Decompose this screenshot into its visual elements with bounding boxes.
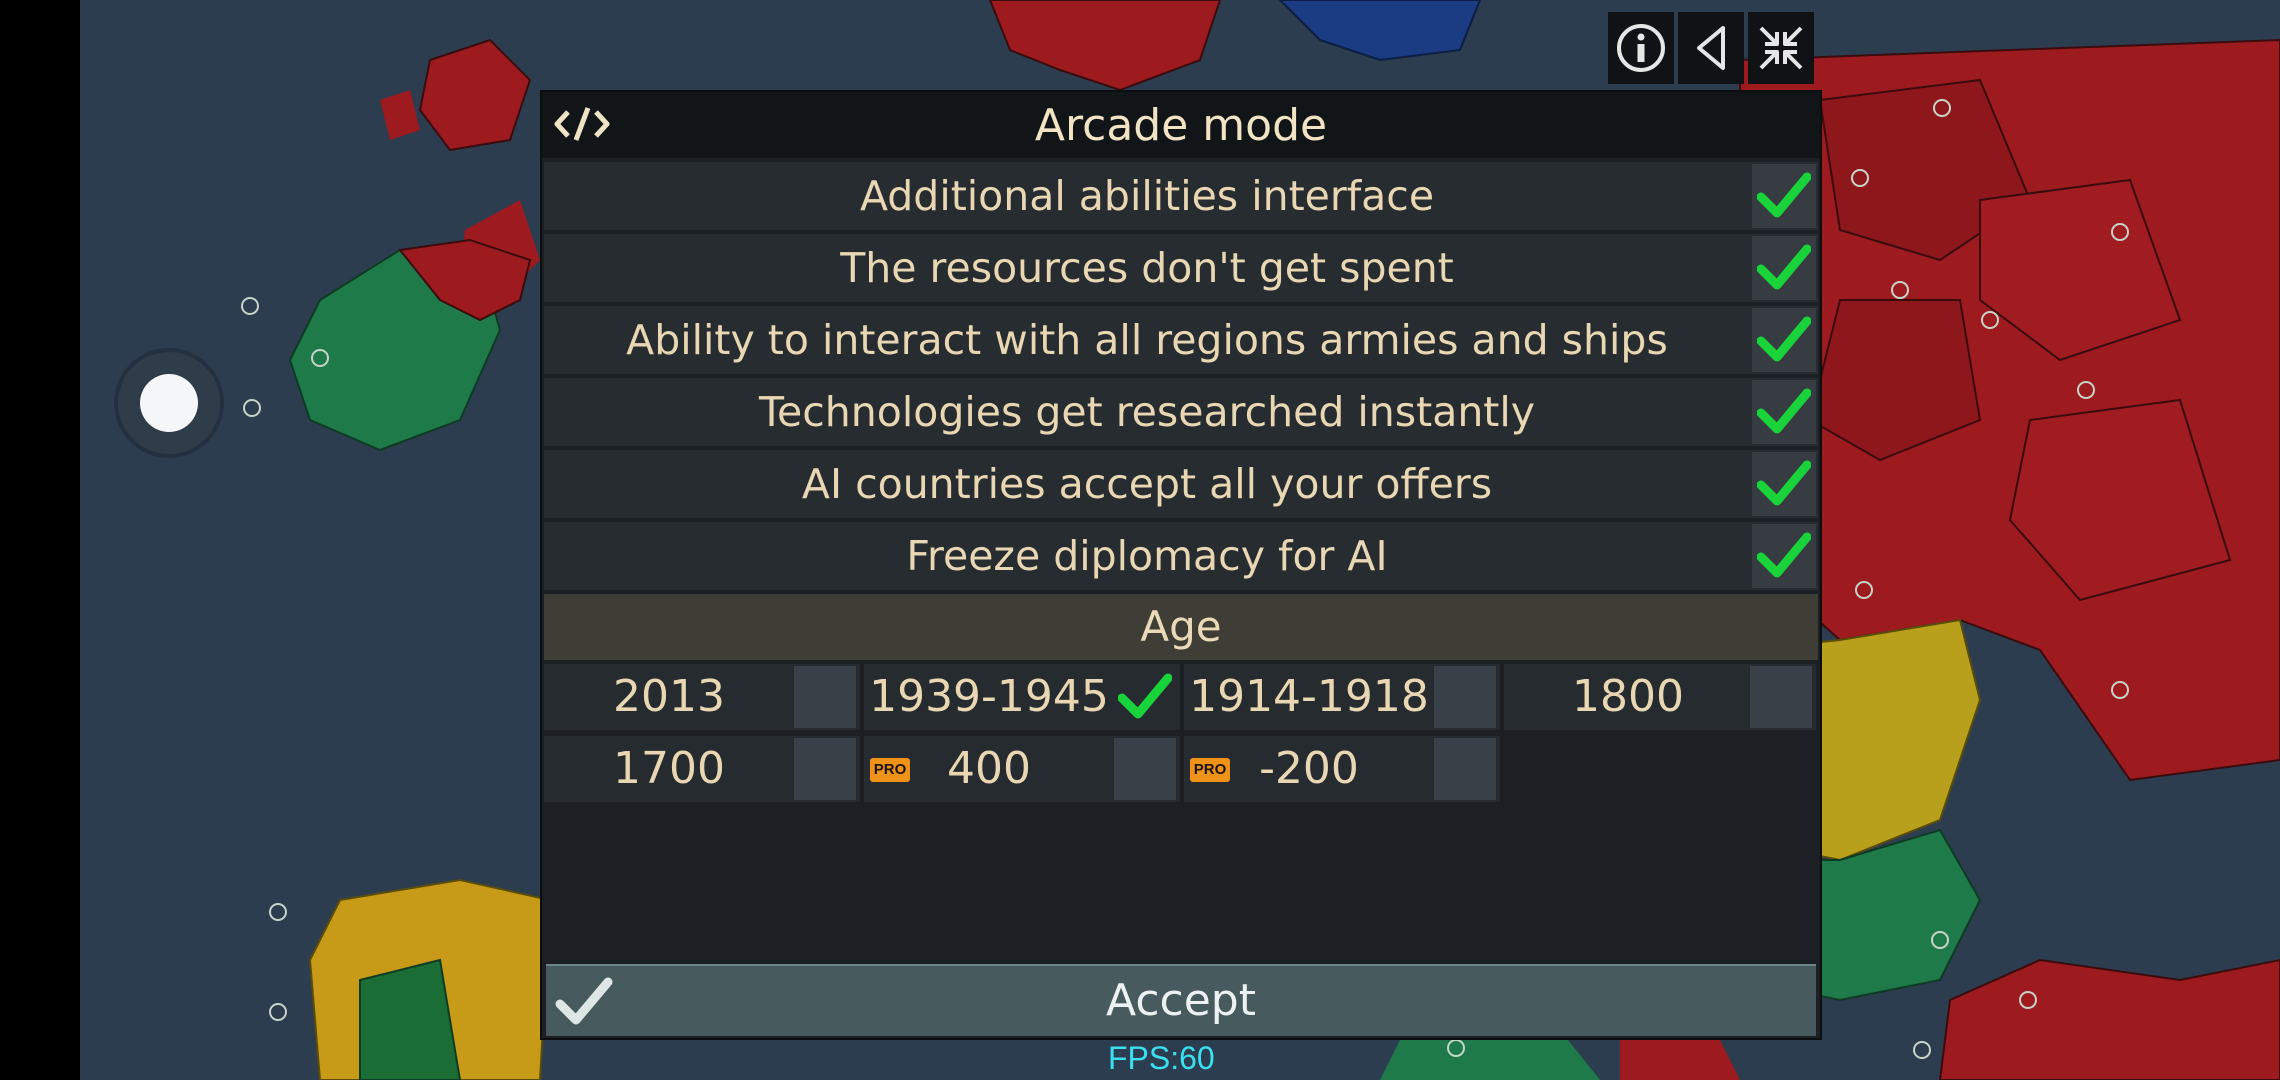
option-checkbox[interactable] [1752, 452, 1816, 516]
option-checkbox[interactable] [1752, 380, 1816, 444]
dialog-header: Arcade mode [542, 92, 1820, 158]
back-button[interactable] [1678, 12, 1744, 84]
code-toggle-icon[interactable] [552, 102, 612, 146]
age-checkbox[interactable] [794, 666, 856, 728]
checkmark-icon [1757, 172, 1811, 218]
age-checkbox[interactable] [1114, 738, 1176, 800]
age-label: 1800 [1572, 671, 1684, 722]
fps-counter: FPS:60 [1108, 1040, 1215, 1076]
fullscreen-exit-button[interactable] [1748, 12, 1814, 84]
age-option-400[interactable]: PRO 400 [864, 736, 1180, 802]
checkmark-icon [1757, 316, 1811, 362]
age-label: 1939-1945 [869, 671, 1109, 722]
virtual-joystick[interactable] [114, 348, 224, 458]
option-resources-not-spent[interactable]: The resources don't get spent [544, 234, 1818, 302]
option-label: Additional abilities interface [859, 172, 1435, 220]
age-label: 2013 [613, 671, 725, 722]
option-checkbox[interactable] [1752, 164, 1816, 228]
info-button[interactable] [1608, 12, 1674, 84]
info-icon [1617, 24, 1665, 72]
age-checkbox[interactable] [1434, 666, 1496, 728]
checkmark-icon [1757, 532, 1811, 578]
age-label: 1914-1918 [1189, 671, 1429, 722]
age-option-1700[interactable]: 1700 [544, 736, 860, 802]
option-interact-all-regions[interactable]: Ability to interact with all regions arm… [544, 306, 1818, 374]
option-ai-accept-offers[interactable]: AI countries accept all your offers [544, 450, 1818, 518]
arcade-mode-dialog: Arcade mode Additional abilities interfa… [540, 90, 1822, 1040]
age-label: 1700 [613, 743, 725, 794]
checkmark-icon [1118, 673, 1172, 719]
option-additional-abilities[interactable]: Additional abilities interface [544, 162, 1818, 230]
accept-label: Accept [1106, 975, 1256, 1026]
age-checkbox[interactable] [1750, 666, 1812, 728]
age-checkbox[interactable] [1434, 738, 1496, 800]
age-option-1914-1918[interactable]: 1914-1918 [1184, 664, 1500, 730]
age-checkbox[interactable] [1114, 666, 1176, 728]
option-freeze-diplomacy[interactable]: Freeze diplomacy for AI [544, 522, 1818, 590]
option-label: Ability to interact with all regions arm… [626, 316, 1668, 364]
option-checkbox[interactable] [1752, 236, 1816, 300]
joystick-knob[interactable] [140, 374, 198, 432]
option-label: The resources don't get spent [840, 244, 1454, 292]
age-label: -200 [1259, 743, 1359, 794]
age-option-minus-200[interactable]: PRO -200 [1184, 736, 1500, 802]
top-toolbar [1608, 12, 1814, 84]
accept-button[interactable]: Accept [546, 964, 1816, 1036]
checkmark-icon [1757, 460, 1811, 506]
option-checkbox[interactable] [1752, 524, 1816, 588]
back-arrow-icon [1697, 26, 1725, 70]
option-label: Freeze diplomacy for AI [906, 532, 1388, 580]
age-label: 400 [947, 743, 1031, 794]
fullscreen-exit-icon [1759, 26, 1803, 70]
age-checkbox[interactable] [794, 738, 856, 800]
age-option-1939-1945[interactable]: 1939-1945 [864, 664, 1180, 730]
checkmark-icon [1757, 388, 1811, 434]
age-option-2013[interactable]: 2013 [544, 664, 860, 730]
dialog-title: Arcade mode [1034, 99, 1328, 151]
checkmark-icon [1757, 244, 1811, 290]
age-section-header: Age [544, 594, 1818, 660]
option-instant-research[interactable]: Technologies get researched instantly [544, 378, 1818, 446]
option-label: Technologies get researched instantly [758, 388, 1536, 436]
age-option-1800[interactable]: 1800 [1504, 664, 1816, 730]
option-checkbox[interactable] [1752, 308, 1816, 372]
option-label: AI countries accept all your offers [801, 460, 1493, 508]
